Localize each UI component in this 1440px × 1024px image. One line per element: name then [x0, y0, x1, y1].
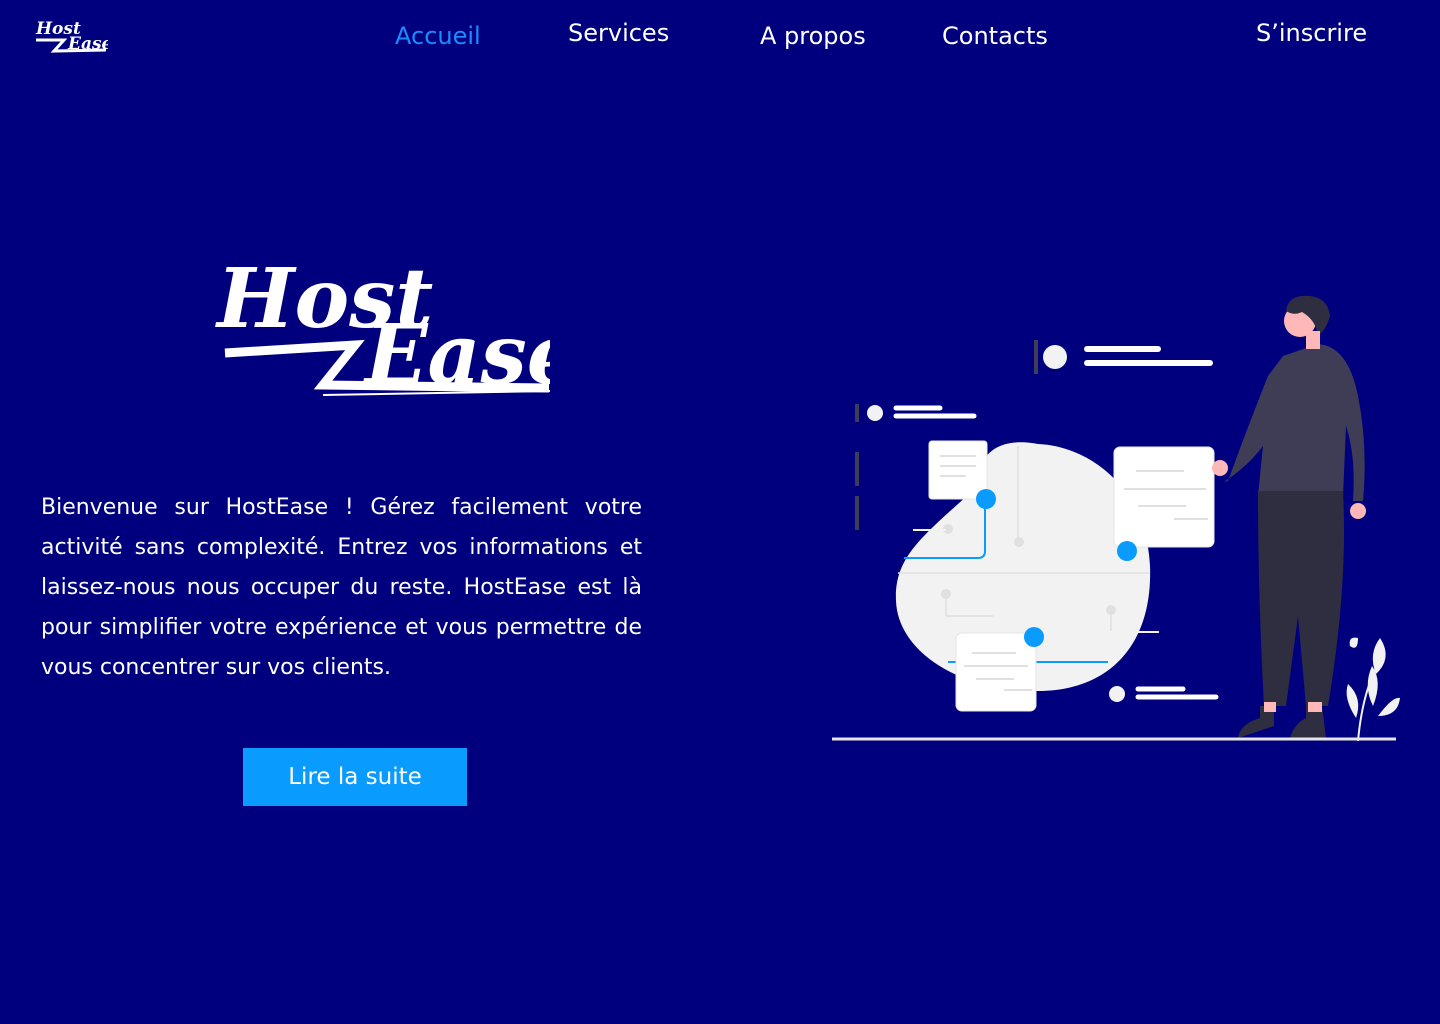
intro-text: Bienvenue sur HostEase ! Gérez facilemen… [41, 495, 642, 680]
card-small [928, 440, 988, 500]
hero-illustration [832, 295, 1400, 742]
nav-item-accueil[interactable]: Accueil [395, 22, 481, 50]
signup-link[interactable]: S’inscrire [1256, 19, 1367, 47]
hero-logo: Host Ease [215, 251, 550, 403]
nav-item-services[interactable]: Services [568, 19, 669, 47]
card-bottom [955, 632, 1037, 712]
person-illustration [1212, 295, 1366, 738]
card-large [1113, 446, 1215, 548]
nav-item-a-propos[interactable]: A propos [760, 22, 866, 50]
plant-icon [1346, 637, 1400, 742]
nav-logo[interactable]: Host Ease [34, 18, 108, 56]
nav-item-contacts[interactable]: Contacts [942, 22, 1048, 50]
read-more-button[interactable]: Lire la suite [243, 748, 467, 806]
